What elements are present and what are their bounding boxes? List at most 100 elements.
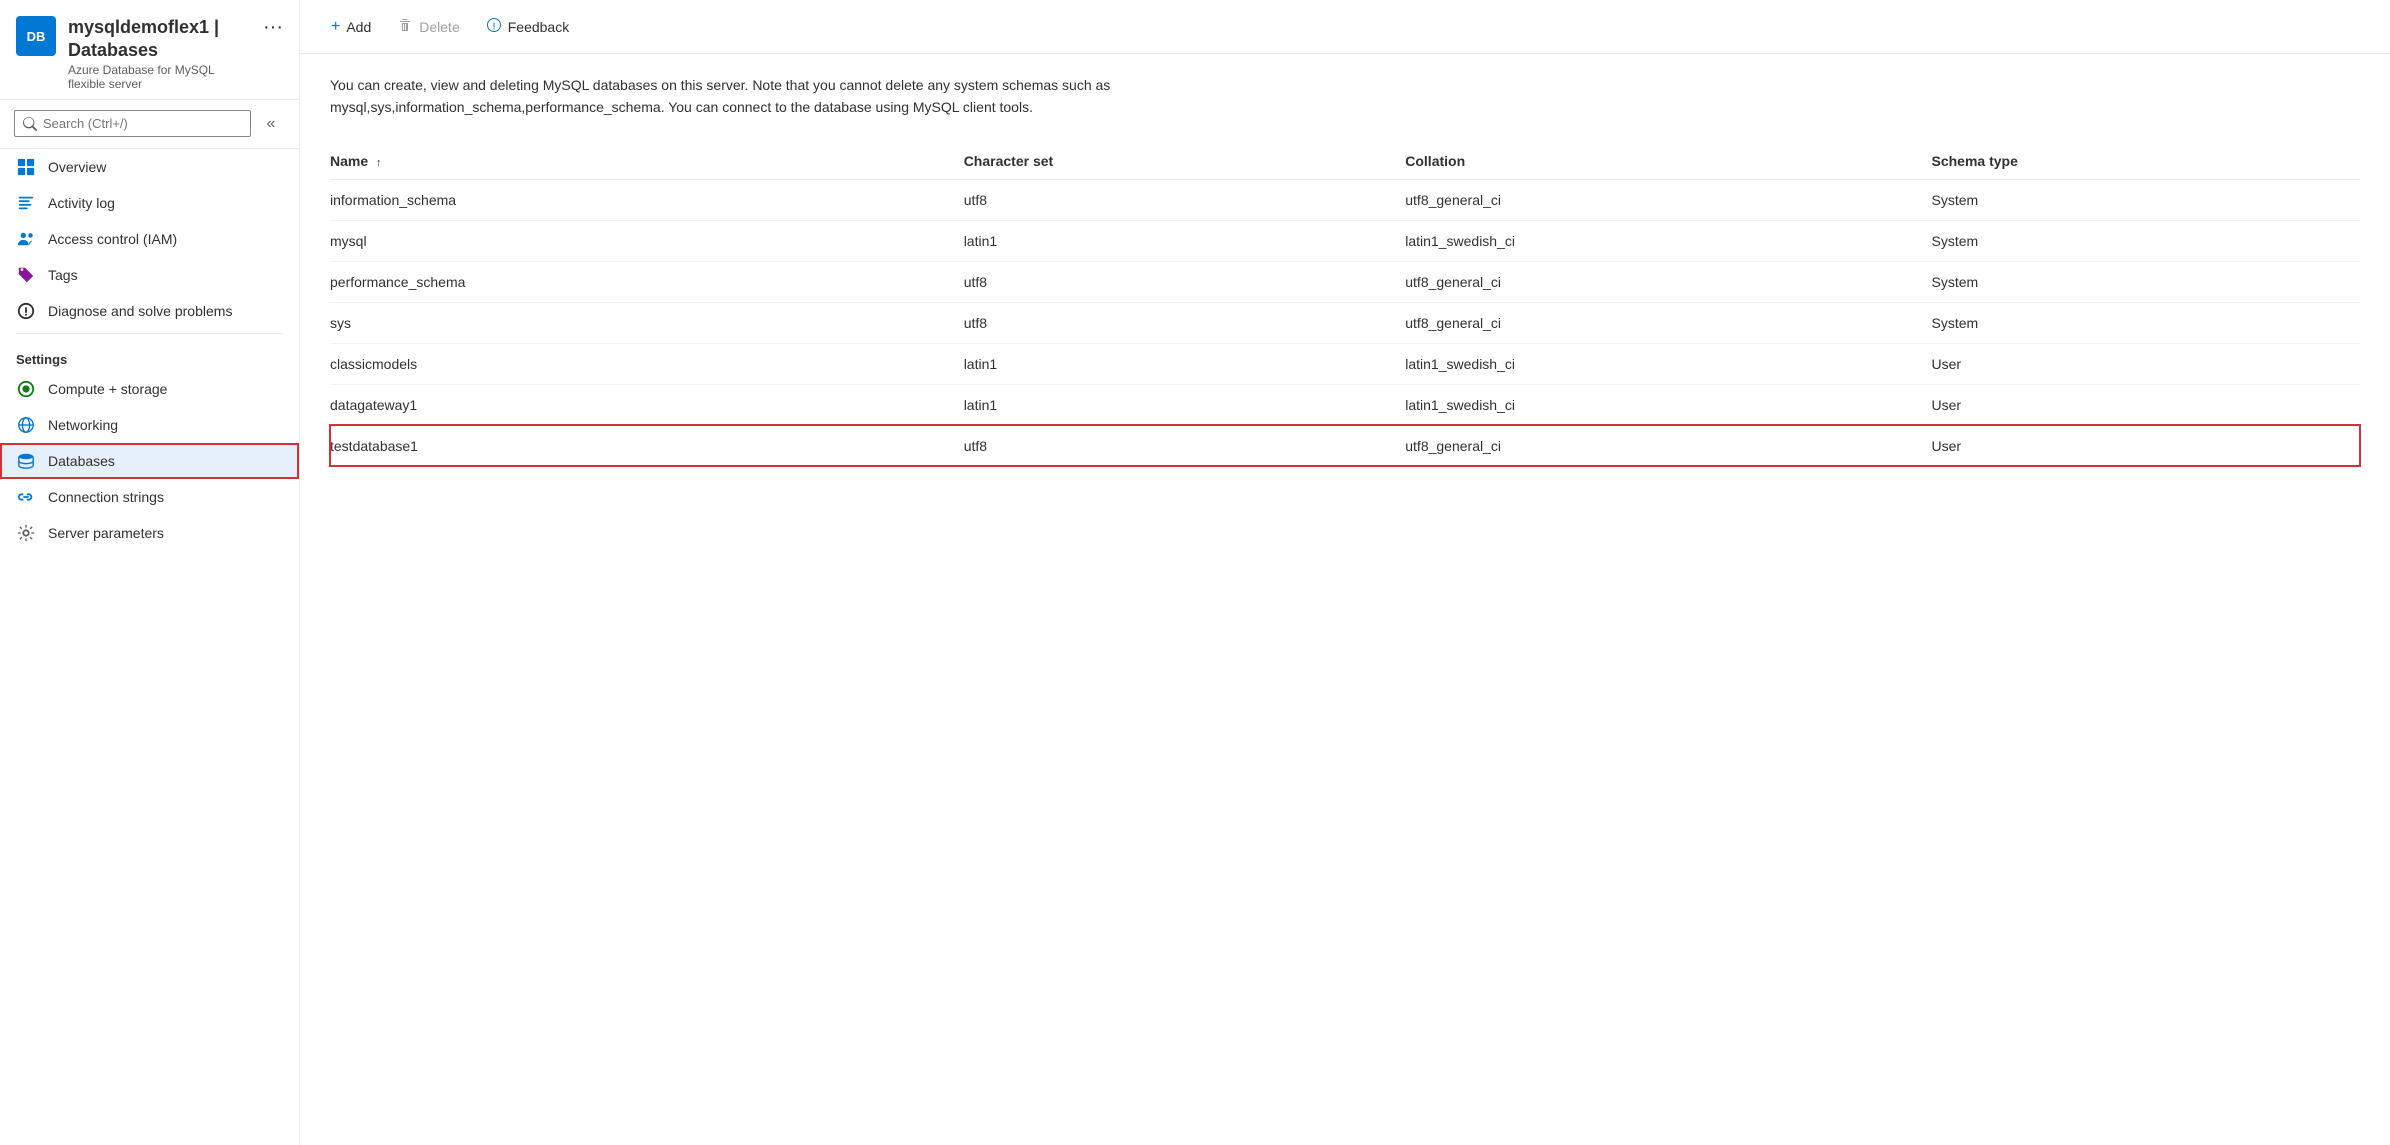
sort-arrow-icon: ↑ [376,157,382,169]
title-block: mysqldemoflex1 | Databases Azure Databas… [68,16,251,91]
add-button[interactable]: + Add [320,11,382,43]
more-options-button[interactable]: ··· [263,16,283,39]
app-icon: DB [16,16,56,56]
cell-schema_type: User [1932,425,2361,466]
sidebar-nav: Overview Activity log Access control (IA… [0,149,299,1145]
sidebar-item-connection-strings[interactable]: Connection strings [0,479,299,515]
sidebar-item-label: Databases [48,453,115,469]
main-content: + Add Delete Feedback You can create, vi… [300,0,2390,1145]
cell-charset: latin1 [964,384,1406,425]
overview-icon [16,157,36,177]
table-row[interactable]: mysqllatin1latin1_swedish_ciSystem [330,220,2360,261]
tags-icon [16,265,36,285]
server-parameters-icon [16,523,36,543]
cell-name: performance_schema [330,261,964,302]
cell-charset: latin1 [964,220,1406,261]
page-title: mysqldemoflex1 | Databases [68,16,251,63]
databases-table: Name ↑ Character set Collation Schema ty… [330,143,2360,467]
feedback-label: Feedback [508,19,569,35]
cell-name: sys [330,302,964,343]
sidebar-header: DB mysqldemoflex1 | Databases Azure Data… [0,0,299,100]
search-input[interactable] [43,116,242,131]
cell-schema_type: System [1932,302,2361,343]
add-label: Add [346,19,371,35]
sidebar-item-label: Activity log [48,195,115,211]
cell-collation: utf8_general_ci [1405,179,1931,220]
cell-schema_type: User [1932,343,2361,384]
delete-button[interactable]: Delete [386,10,470,43]
databases-icon [16,451,36,471]
search-box[interactable] [14,110,251,137]
networking-icon [16,415,36,435]
col-collation[interactable]: Collation [1405,143,1931,180]
cell-collation: utf8_general_ci [1405,261,1931,302]
col-charset[interactable]: Character set [964,143,1406,180]
search-icon [23,117,37,131]
sidebar-item-networking[interactable]: Networking [0,407,299,443]
cell-schema_type: User [1932,384,2361,425]
sidebar-item-label: Connection strings [48,489,164,505]
compute-icon [16,379,36,399]
cell-name: testdatabase1 [330,425,964,466]
access-control-icon [16,229,36,249]
sidebar-item-databases[interactable]: Databases [0,443,299,479]
cell-collation: latin1_swedish_ci [1405,343,1931,384]
table-row[interactable]: performance_schemautf8utf8_general_ciSys… [330,261,2360,302]
toolbar: + Add Delete Feedback [300,0,2390,54]
sidebar: DB mysqldemoflex1 | Databases Azure Data… [0,0,300,1145]
sidebar-item-label: Tags [48,267,78,283]
table-row[interactable]: testdatabase1utf8utf8_general_ciUser [330,425,2360,466]
delete-label: Delete [419,19,459,35]
settings-divider [16,333,283,334]
cell-collation: latin1_swedish_ci [1405,220,1931,261]
cell-collation: latin1_swedish_ci [1405,384,1931,425]
cell-schema_type: System [1932,261,2361,302]
sidebar-item-label: Access control (IAM) [48,231,177,247]
connection-strings-icon [16,487,36,507]
sidebar-item-label: Overview [48,159,106,175]
description-text: You can create, view and deleting MySQL … [330,74,1230,119]
sidebar-item-compute-storage[interactable]: Compute + storage [0,371,299,407]
sidebar-item-tags[interactable]: Tags [0,257,299,293]
feedback-button[interactable]: Feedback [475,10,580,43]
sidebar-item-label: Networking [48,417,118,433]
settings-section-label: Settings [0,338,299,371]
sidebar-item-label: Server parameters [48,525,164,541]
cell-name: mysql [330,220,964,261]
collapse-button[interactable]: « [257,110,285,138]
diagnose-icon [16,301,36,321]
cell-collation: utf8_general_ci [1405,425,1931,466]
sidebar-item-access-control[interactable]: Access control (IAM) [0,221,299,257]
sidebar-item-overview[interactable]: Overview [0,149,299,185]
table-row[interactable]: datagateway1latin1latin1_swedish_ciUser [330,384,2360,425]
table-row[interactable]: sysutf8utf8_general_ciSystem [330,302,2360,343]
search-row: « [0,100,299,149]
cell-charset: utf8 [964,425,1406,466]
col-schema-type[interactable]: Schema type [1932,143,2361,180]
content-area: You can create, view and deleting MySQL … [300,54,2390,1145]
sidebar-item-activity-log[interactable]: Activity log [0,185,299,221]
app-icon-text: DB [27,29,46,44]
cell-name: classicmodels [330,343,964,384]
sidebar-item-label: Diagnose and solve problems [48,303,232,319]
cell-schema_type: System [1932,220,2361,261]
cell-name: information_schema [330,179,964,220]
cell-charset: utf8 [964,179,1406,220]
cell-schema_type: System [1932,179,2361,220]
sidebar-item-server-parameters[interactable]: Server parameters [0,515,299,551]
sidebar-item-diagnose[interactable]: Diagnose and solve problems [0,293,299,329]
cell-charset: utf8 [964,302,1406,343]
sidebar-item-label: Compute + storage [48,381,167,397]
add-icon: + [331,18,340,36]
col-name[interactable]: Name ↑ [330,143,964,180]
cell-charset: latin1 [964,343,1406,384]
delete-icon [397,17,413,36]
cell-charset: utf8 [964,261,1406,302]
page-subtitle: Azure Database for MySQL flexible server [68,63,251,91]
activity-log-icon [16,193,36,213]
table-row[interactable]: information_schemautf8utf8_general_ciSys… [330,179,2360,220]
feedback-icon [486,17,502,36]
table-row[interactable]: classicmodelslatin1latin1_swedish_ciUser [330,343,2360,384]
cell-collation: utf8_general_ci [1405,302,1931,343]
cell-name: datagateway1 [330,384,964,425]
